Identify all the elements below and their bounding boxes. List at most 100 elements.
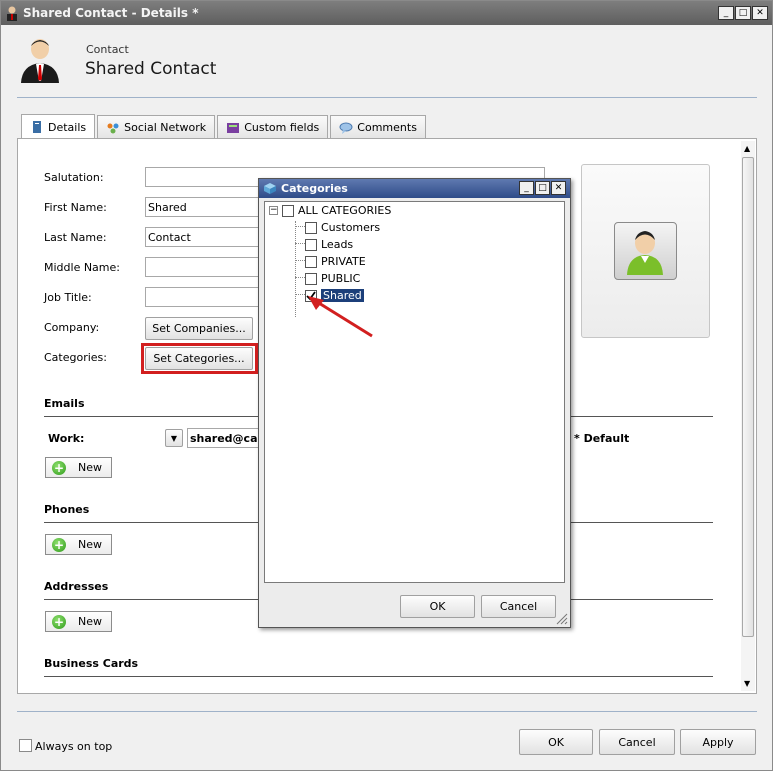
tab-details[interactable]: Details	[21, 114, 96, 139]
tab-label: Custom fields	[244, 121, 320, 134]
scroll-down-icon[interactable]: ▼	[744, 679, 750, 688]
add-icon: +	[52, 537, 66, 552]
work-email-field[interactable]: shared@car	[187, 428, 267, 448]
last-name-field[interactable]: Contact	[145, 227, 265, 247]
root-label: ALL CATEGORIES	[298, 204, 392, 217]
resize-grip-icon[interactable]	[556, 613, 568, 625]
minimize-button[interactable]: _	[718, 6, 734, 20]
dialog-cancel-button[interactable]: Cancel	[481, 595, 556, 618]
business-cards-divider	[44, 676, 713, 677]
default-email-label: * Default	[574, 432, 630, 445]
tree-connector	[295, 226, 305, 227]
public-label: PUBLIC	[321, 272, 361, 285]
new-phone-button[interactable]: + New	[45, 534, 112, 555]
email-type-dropdown[interactable]: ▼	[165, 429, 183, 447]
job-title-field[interactable]	[145, 287, 265, 307]
tab-label: Social Network	[124, 121, 207, 134]
leads-label: Leads	[321, 238, 354, 251]
tree-item-leads[interactable]: Leads	[305, 238, 353, 251]
dialog-title: Categories	[281, 182, 348, 195]
close-button[interactable]: ✕	[752, 6, 768, 20]
tab-custom-fields[interactable]: Custom fields	[217, 115, 329, 139]
social-network-icon	[107, 123, 119, 133]
new-address-button[interactable]: + New	[45, 611, 112, 632]
set-companies-button[interactable]: Set Companies...	[145, 317, 253, 340]
tree-item-public[interactable]: PUBLIC	[305, 272, 360, 285]
dialog-maximize-button[interactable]: □	[535, 181, 550, 195]
title-bar[interactable]: Shared Contact - Details * _ □ ✕	[1, 1, 772, 25]
dialog-ok-button[interactable]: OK	[400, 595, 475, 618]
middle-name-field[interactable]	[145, 257, 265, 277]
tab-label: Comments	[357, 121, 417, 134]
scrollbar-thumb[interactable]	[742, 157, 754, 637]
details-icon	[33, 121, 41, 133]
ok-button[interactable]: OK	[519, 729, 593, 755]
customers-checkbox[interactable]	[305, 221, 317, 234]
contact-photo-frame[interactable]	[581, 164, 710, 338]
public-checkbox[interactable]	[305, 272, 317, 285]
footer-divider	[17, 711, 757, 712]
root-checkbox[interactable]	[282, 204, 294, 217]
business-cards-section-title: Business Cards	[44, 657, 139, 670]
email-type-label: Work:	[48, 432, 85, 445]
header-subtitle: Contact	[86, 43, 129, 56]
last-name-label: Last Name:	[44, 231, 107, 244]
dialog-close-button[interactable]: ✕	[551, 181, 566, 195]
always-on-top-checkbox[interactable]	[19, 739, 32, 752]
cancel-button[interactable]: Cancel	[599, 729, 675, 755]
tree-connector	[295, 277, 305, 278]
categories-dialog: Categories _ □ ✕ − ALL CATEGORIES Custom…	[258, 178, 571, 628]
categories-tree: − ALL CATEGORIES Customers Leads PRIVATE…	[264, 201, 565, 583]
contact-header: Contact Shared Contact	[1, 25, 772, 101]
add-icon: +	[52, 460, 66, 475]
new-label: New	[78, 538, 102, 551]
comments-icon	[339, 122, 353, 134]
tree-connector	[295, 260, 305, 261]
red-arrow-annotation	[308, 296, 373, 338]
new-email-button[interactable]: + New	[45, 457, 112, 478]
tab-label: Details	[48, 120, 87, 134]
tab-comments[interactable]: Comments	[330, 115, 426, 139]
categories-icon	[264, 183, 276, 194]
phones-section-title: Phones	[44, 503, 90, 516]
window-title: Shared Contact - Details *	[23, 6, 199, 20]
collapse-icon[interactable]: −	[269, 206, 278, 215]
first-name-label: First Name:	[44, 201, 107, 214]
tree-connector	[295, 243, 305, 244]
tab-social-network[interactable]: Social Network	[97, 115, 216, 139]
dialog-title-bar[interactable]: Categories _ □ ✕	[259, 179, 570, 198]
dialog-minimize-button[interactable]: _	[519, 181, 534, 195]
custom-fields-icon	[227, 122, 240, 133]
job-title-label: Job Title:	[44, 291, 92, 304]
new-label: New	[78, 615, 102, 628]
add-icon: +	[52, 614, 66, 629]
private-label: PRIVATE	[321, 255, 366, 268]
tree-item-private[interactable]: PRIVATE	[305, 255, 366, 268]
header-divider	[17, 97, 757, 98]
tree-root[interactable]: − ALL CATEGORIES	[269, 204, 391, 217]
vertical-scrollbar[interactable]: ▲ ▼	[741, 141, 755, 691]
always-on-top-label: Always on top	[35, 740, 113, 753]
new-label: New	[78, 461, 102, 474]
contact-avatar-icon	[21, 39, 59, 83]
customers-label: Customers	[321, 221, 381, 234]
tab-bar: Details Social Network Custom fields Com…	[21, 114, 428, 139]
salutation-label: Salutation:	[44, 171, 104, 184]
leads-checkbox[interactable]	[305, 238, 317, 251]
avatar-icon	[627, 231, 663, 275]
addresses-section-title: Addresses	[44, 580, 109, 593]
contact-photo	[614, 222, 677, 280]
maximize-button[interactable]: □	[735, 6, 751, 20]
private-checkbox[interactable]	[305, 255, 317, 268]
emails-section-title: Emails	[44, 397, 85, 410]
contact-icon	[7, 6, 17, 21]
categories-label: Categories:	[44, 351, 107, 364]
apply-button[interactable]: Apply	[680, 729, 756, 755]
middle-name-label: Middle Name:	[44, 261, 120, 274]
first-name-field[interactable]: Shared	[145, 197, 265, 217]
scroll-up-icon[interactable]: ▲	[744, 144, 750, 153]
header-title: Shared Contact	[85, 59, 217, 79]
tree-connector	[295, 221, 296, 317]
company-label: Company:	[44, 321, 100, 334]
tree-item-customers[interactable]: Customers	[305, 221, 380, 234]
